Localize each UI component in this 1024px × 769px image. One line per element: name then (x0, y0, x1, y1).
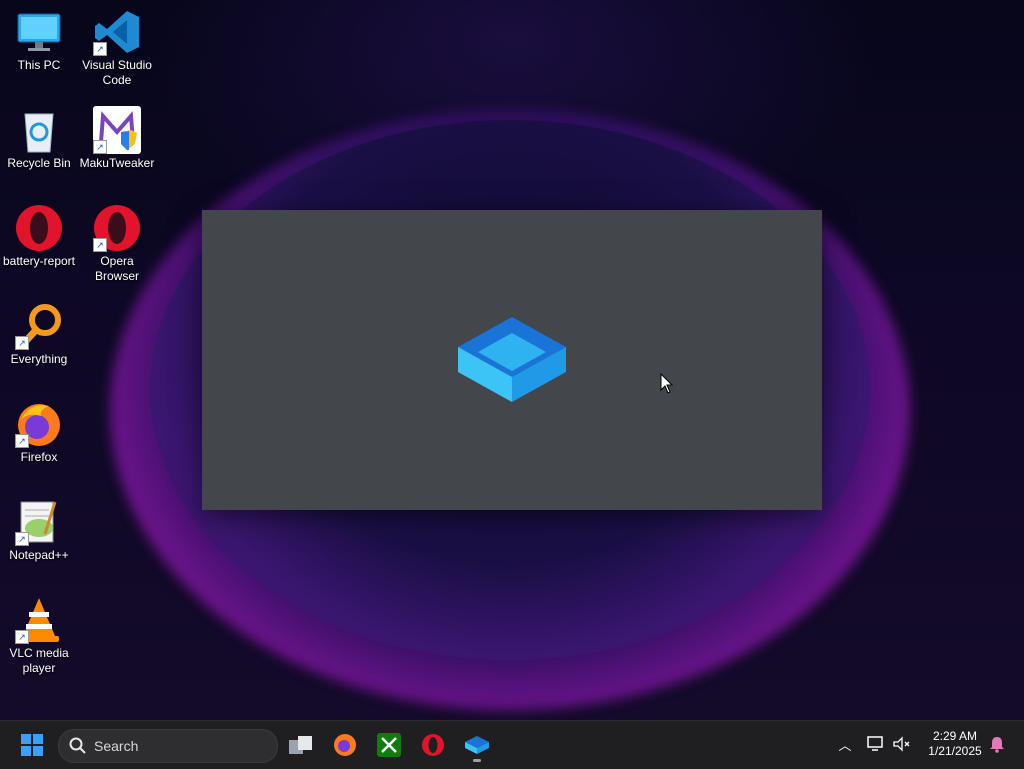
network-icon (867, 736, 883, 751)
windows-start-icon (21, 734, 43, 756)
shortcut-arrow-icon: ↗ (15, 434, 29, 448)
opera-icon (422, 734, 444, 756)
desktop-icon-label: Visual Studio Code (82, 58, 152, 87)
mouse-cursor (660, 372, 674, 400)
desktop-icon-opera-browser[interactable]: ↗ Opera Browser (78, 200, 156, 284)
makutweaker-icon: ↗ (93, 106, 141, 154)
notepadpp-icon: ↗ (15, 498, 63, 546)
desktop-icon-label: Firefox (20, 450, 58, 464)
firefox-icon (334, 734, 356, 756)
show-hidden-icons-button[interactable]: ︿ (834, 733, 856, 755)
desktop-icon-label: Recycle Bin (7, 156, 71, 170)
shortcut-arrow-icon: ↗ (15, 336, 29, 350)
desktop-icon-battery-report[interactable]: battery-report (0, 200, 78, 269)
desktop-icon-label: VLC media player (9, 646, 69, 675)
network-status-button[interactable] (865, 733, 887, 755)
desktop-icon-label: battery-report (2, 254, 76, 268)
volume-button[interactable] (891, 733, 913, 755)
desktop-icon-label: This PC (17, 58, 61, 72)
desktop-icon-recycle-bin[interactable]: Recycle Bin (0, 102, 78, 171)
desktop-icon-notepadpp[interactable]: ↗ Notepad++ (0, 494, 78, 563)
desktop-icon-everything[interactable]: ↗ Everything (0, 298, 78, 367)
monitor-icon (15, 8, 63, 56)
volume-muted-icon (893, 736, 910, 752)
vscode-icon: ↗ (93, 8, 141, 56)
shortcut-arrow-icon: ↗ (15, 532, 29, 546)
clock-date: 1/21/2025 (928, 744, 982, 758)
search-placeholder: Search (94, 738, 139, 754)
xbox-icon (377, 733, 401, 757)
notifications-button[interactable] (986, 733, 1008, 755)
opera-icon (15, 204, 63, 252)
sandbox-splash-window (202, 210, 822, 510)
recycle-bin-icon (15, 106, 63, 154)
task-view-icon (289, 736, 312, 754)
sandbox-logo-icon (458, 317, 566, 402)
opera-icon: ↗ (93, 204, 141, 252)
shortcut-arrow-icon: ↗ (93, 238, 107, 252)
desktop-icon-vlc[interactable]: ↗ VLC media player (0, 592, 78, 676)
bell-icon (990, 737, 1004, 753)
taskbar-sandbox-button[interactable] (459, 729, 495, 762)
search-icon (69, 737, 86, 754)
desktop-icon-this-pc[interactable]: This PC (0, 4, 78, 73)
shortcut-arrow-icon: ↗ (93, 140, 107, 154)
taskbar-search-box[interactable]: Search (58, 729, 278, 763)
desktop-icon-label: Notepad++ (9, 548, 69, 562)
desktop-icon-firefox[interactable]: ↗ Firefox (0, 396, 78, 465)
task-view-button[interactable] (283, 729, 319, 761)
desktop-icon-label: Everything (10, 352, 68, 366)
taskbar-firefox-button[interactable] (327, 729, 363, 761)
taskbar: Search ︿ 2:29 AM 1/21/2025 (0, 720, 1024, 769)
magnifier-icon: ↗ (15, 302, 63, 350)
desktop-icon-label: MakuTweaker (79, 156, 155, 170)
clock-time: 2:29 AM (932, 729, 978, 743)
desktop-icon-label: Opera Browser (94, 254, 139, 283)
taskbar-opera-button[interactable] (415, 729, 451, 761)
taskbar-clock[interactable]: 2:29 AM 1/21/2025 (920, 729, 990, 759)
vlc-icon: ↗ (15, 596, 63, 644)
sandbox-icon (465, 736, 489, 754)
desktop-icon-vscode[interactable]: ↗ Visual Studio Code (78, 4, 156, 88)
start-button[interactable] (14, 729, 50, 761)
shortcut-arrow-icon: ↗ (15, 630, 29, 644)
running-indicator (473, 759, 481, 762)
firefox-icon: ↗ (15, 400, 63, 448)
shortcut-arrow-icon: ↗ (93, 42, 107, 56)
desktop-icon-makutweaker[interactable]: ↗ MakuTweaker (78, 102, 156, 171)
taskbar-xbox-button[interactable] (371, 729, 407, 761)
chevron-up-icon: ︿ (838, 737, 852, 753)
